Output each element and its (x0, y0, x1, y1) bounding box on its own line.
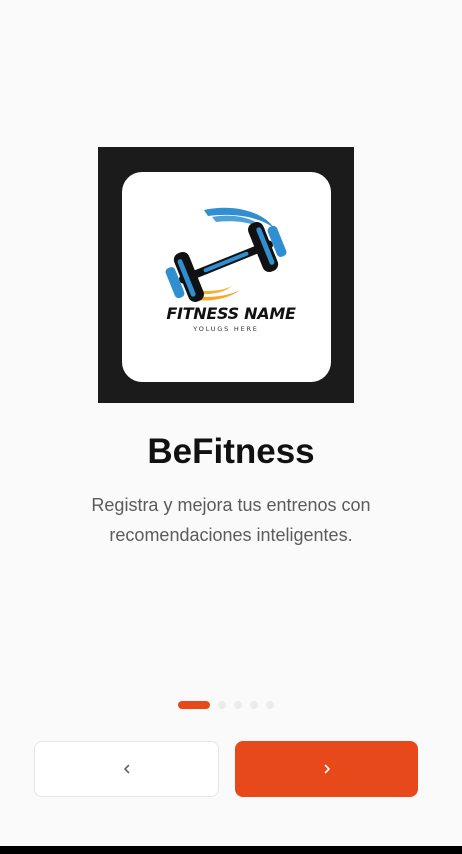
next-button[interactable] (235, 741, 418, 797)
page-dot[interactable] (250, 701, 258, 709)
logo-tagline: YOLUGS HERE (193, 325, 259, 333)
page-dot[interactable] (218, 701, 226, 709)
previous-button[interactable] (34, 741, 219, 797)
dumbbell-icon (165, 207, 287, 302)
page-dot[interactable] (266, 701, 274, 709)
logo-brand-name: FITNESS NAME (166, 304, 296, 323)
app-description: Registra y mejora tus entrenos con recom… (91, 495, 371, 545)
system-bottom-bar (0, 846, 462, 854)
page-dot[interactable] (234, 701, 242, 709)
chevron-left-icon (123, 764, 129, 774)
app-logo: FITNESS NAME YOLUGS HERE (98, 147, 354, 403)
chevron-right-icon (324, 764, 330, 774)
app-title: BeFitness (147, 432, 315, 471)
page-dot-active[interactable] (178, 701, 210, 709)
page-indicator (178, 701, 274, 709)
logo-card: FITNESS NAME YOLUGS HERE (122, 172, 331, 382)
